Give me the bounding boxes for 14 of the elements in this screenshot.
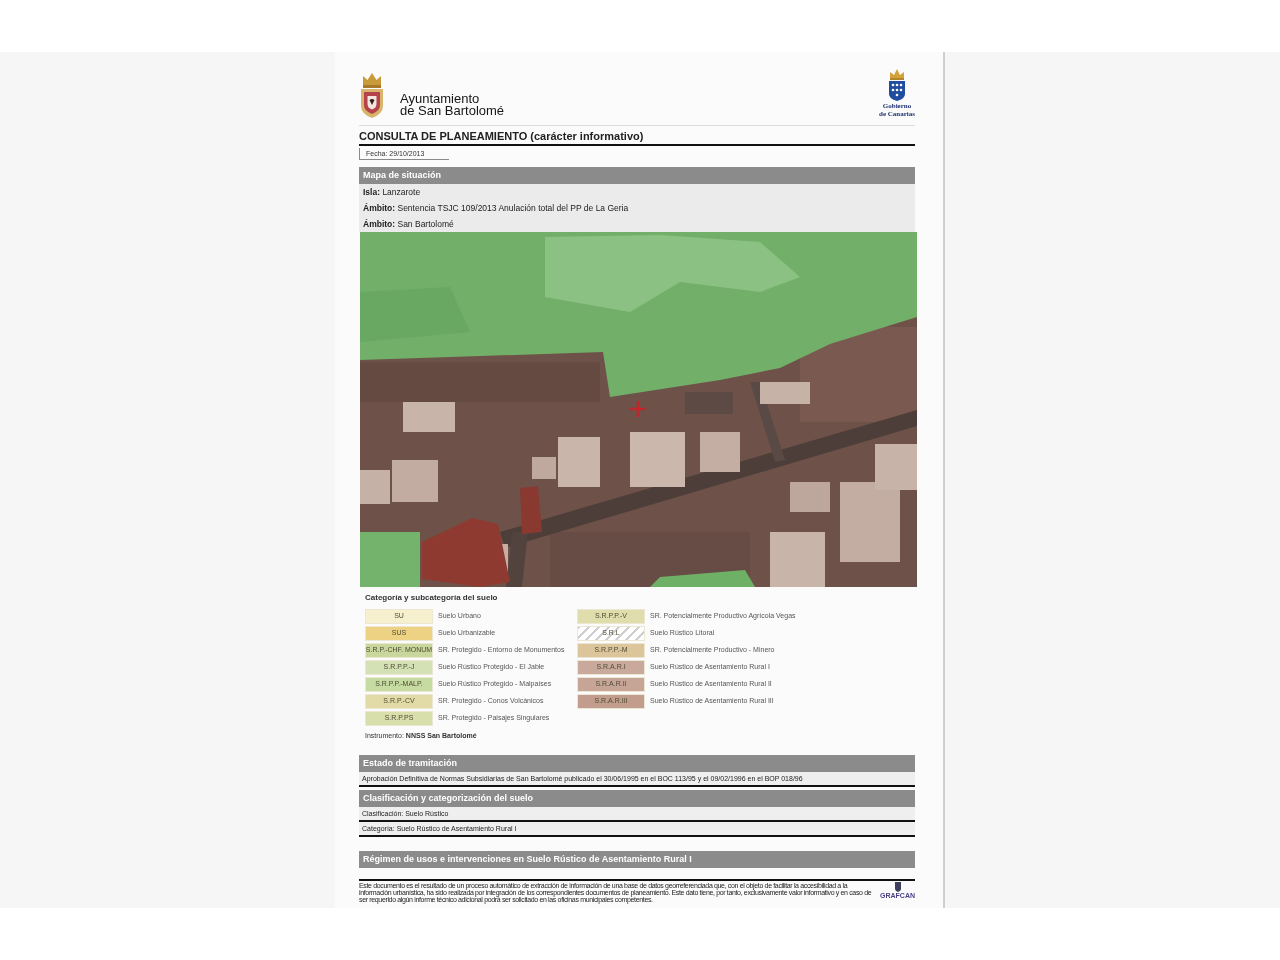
- coat-of-arms-icon: [359, 72, 385, 118]
- municipality-name: Ayuntamiento de San Bartolomé: [400, 93, 505, 117]
- location-marker-icon: [628, 399, 648, 419]
- document-title: CONSULTA DE PLANEAMIENTO (carácter informativo): [359, 129, 915, 146]
- legend-title: Categoría y subcategoría del suelo: [365, 593, 499, 603]
- info-row: Ámbito: San Bartolomé: [359, 216, 915, 232]
- section-header: Estado de tramitación: [359, 755, 915, 772]
- section-header: Régimen de usos e intervenciones en Suelo Rústico de Asentamiento Rural I: [359, 851, 915, 868]
- info-row: Isla: Lanzarote: [359, 184, 915, 200]
- section-header: Clasificación y categorización del suelo: [359, 790, 915, 807]
- crest-icon: [887, 69, 907, 101]
- shield-icon: [894, 882, 901, 892]
- info-row: Ámbito: Sentencia TSJC 109/2013 Anulación total del PP de La Geria: [359, 200, 915, 216]
- section-header: Mapa de situación: [359, 167, 915, 184]
